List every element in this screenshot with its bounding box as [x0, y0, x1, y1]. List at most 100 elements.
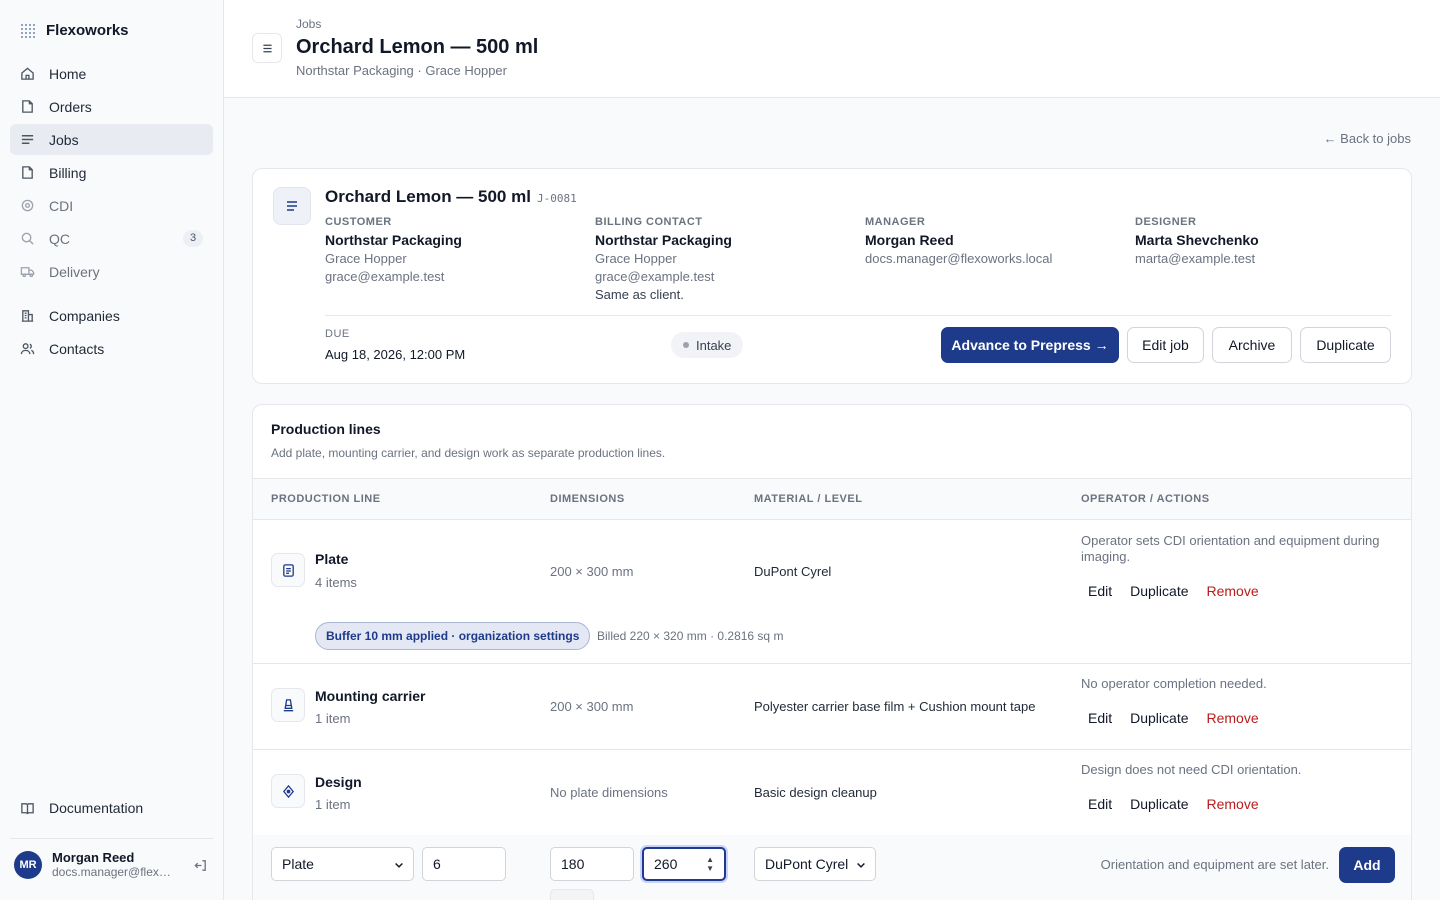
sidebar-item-delivery[interactable]: Delivery [10, 256, 213, 287]
sidebar-item-label: CDI [49, 197, 74, 214]
design-icon [271, 774, 305, 808]
quantity-field[interactable]: 6 [422, 847, 506, 881]
advance-to-prepress-button[interactable]: Advance to Prepress → [941, 327, 1119, 363]
folder-icon [20, 99, 35, 114]
user-email: docs.manager@flexoworks.local [52, 865, 176, 879]
building-icon [20, 308, 35, 323]
row-actions: Edit Duplicate Remove [1081, 792, 1266, 816]
menu-toggle-button[interactable] [252, 33, 282, 63]
stepper-arrows-icon[interactable]: ▲ ▼ [706, 855, 714, 873]
home-icon [20, 66, 35, 81]
list-icon [20, 132, 35, 147]
line-name: Design [315, 774, 362, 790]
manager-info: MANAGER Morgan Reed docs.manager@flexowo… [865, 216, 1125, 266]
edit-line-button[interactable]: Edit [1081, 706, 1119, 730]
duplicate-line-button[interactable]: Duplicate [1123, 706, 1195, 730]
chevron-down-icon [393, 858, 405, 874]
billing-contact: Grace Hopper [595, 251, 677, 266]
designer-info: DESIGNER Marta Shevchenko marta@example.… [1135, 216, 1395, 266]
customer-info: CUSTOMER Northstar Packaging Grace Hoppe… [325, 216, 585, 284]
table-row: Mounting carrier 1 item 200 × 300 mm Pol… [253, 664, 1411, 750]
user-name: Morgan Reed [52, 850, 135, 865]
production-lines-subtitle: Add plate, mounting carrier, and design … [271, 446, 666, 460]
menu-icon [261, 42, 274, 55]
sidebar-item-billing[interactable]: Billing [10, 157, 213, 188]
book-icon [20, 801, 35, 816]
sidebar-item-cdi[interactable]: CDI [10, 190, 213, 221]
column-header: PRODUCTION LINE [271, 493, 381, 505]
logout-icon[interactable] [193, 858, 208, 876]
edit-job-button[interactable]: Edit job [1127, 327, 1204, 363]
customer-contact: Grace Hopper [325, 251, 407, 266]
line-count: 1 item [315, 797, 351, 812]
customer-name: Northstar Packaging [325, 232, 462, 248]
line-operator-note: Operator sets CDI orientation and equipm… [1081, 533, 1380, 564]
sidebar-item-home[interactable]: Home [10, 58, 213, 89]
table-row: Plate 4 items 200 × 300 mm DuPont Cyrel … [253, 520, 1411, 664]
designer-label: DESIGNER [1135, 216, 1197, 228]
duplicate-line-button[interactable]: Duplicate [1123, 792, 1195, 816]
buffer-badge: Buffer 10 mm applied · organization sett… [315, 622, 591, 650]
brand[interactable]: Flexoworks [20, 22, 129, 39]
user-profile[interactable]: MR Morgan Reed docs.manager@flexoworks.l… [14, 850, 214, 879]
search-icon [20, 231, 35, 246]
qc-count-badge: 3 [183, 230, 203, 247]
breadcrumb[interactable]: Jobs [296, 17, 321, 31]
sidebar-item-orders[interactable]: Orders [10, 91, 213, 122]
job-summary-card: Orchard Lemon — 500 ml J-0081 CUSTOMER No… [252, 168, 1412, 384]
job-code: J-0081 [536, 192, 577, 205]
plate-icon [271, 553, 305, 587]
remove-line-button[interactable]: Remove [1200, 706, 1266, 730]
width-field[interactable]: 180 [550, 847, 634, 881]
line-count: 1 item [315, 711, 351, 726]
remove-line-button[interactable]: Remove [1200, 792, 1266, 816]
back-to-jobs-link[interactable]: ← Back to jobs [1324, 131, 1411, 146]
duplicate-line-button[interactable]: Duplicate [1123, 579, 1195, 603]
page-title: Orchard Lemon — 500 ml [296, 36, 539, 58]
sidebar-item-contacts[interactable]: Contacts [10, 333, 213, 364]
edit-line-button[interactable]: Edit [1081, 579, 1119, 603]
job-list-icon [273, 187, 311, 225]
due-label: DUE [325, 328, 350, 340]
page-header: Jobs Orchard Lemon — 500 ml Northstar Pa… [224, 0, 1440, 98]
line-operator-note: No operator completion needed. [1081, 676, 1267, 691]
material-select[interactable]: DuPont Cyrel [754, 847, 876, 881]
manager-name: Morgan Reed [865, 232, 954, 248]
sidebar-nav: Home Orders Jobs Billing CDI QC 3 Delive… [10, 58, 213, 366]
billing-name: Northstar Packaging [595, 232, 732, 248]
line-dimensions: 200 × 300 mm [550, 564, 634, 579]
sidebar-item-qc[interactable]: QC 3 [10, 223, 213, 254]
sidebar-item-companies[interactable]: Companies [10, 300, 213, 331]
sidebar-item-jobs[interactable]: Jobs [10, 124, 213, 155]
table-row: Design 1 item No plate dimensions Basic … [253, 750, 1411, 836]
designer-email: marta@example.test [1135, 251, 1256, 266]
width-value: 180 [561, 856, 585, 872]
add-line-button[interactable]: Add [1339, 847, 1395, 883]
designer-name: Marta Shevchenko [1135, 232, 1259, 248]
duplicate-job-button[interactable]: Duplicate [1300, 327, 1391, 363]
quantity-value: 6 [433, 856, 441, 872]
users-icon [20, 341, 35, 356]
billing-label: BILLING CONTACT [595, 216, 703, 228]
billing-note: Same as client. [595, 287, 684, 302]
sidebar-divider [10, 838, 213, 839]
remove-line-button[interactable]: Remove [1200, 579, 1266, 603]
sidebar-item-label: Delivery [49, 263, 100, 280]
manager-label: MANAGER [865, 216, 926, 228]
line-count: 4 items [315, 575, 357, 590]
chevron-down-icon [855, 858, 867, 874]
extra-field[interactable] [550, 889, 594, 900]
job-title: Orchard Lemon — 500 ml J-0081 [325, 187, 577, 207]
line-type-select[interactable]: Plate [271, 847, 414, 881]
status-text: Intake [696, 337, 732, 353]
edit-line-button[interactable]: Edit [1081, 792, 1119, 816]
documentation-link[interactable]: Documentation [20, 800, 143, 816]
customer-email: grace@example.test [325, 269, 445, 284]
height-field[interactable]: 260 ▲ ▼ [642, 847, 726, 881]
line-material: Polyester carrier base film + Cushion mo… [754, 699, 1036, 714]
manager-email: docs.manager@flexoworks.local [865, 251, 1053, 266]
sidebar-item-label: Home [49, 65, 87, 82]
carrier-icon [271, 688, 305, 722]
archive-button[interactable]: Archive [1212, 327, 1292, 363]
sidebar: Flexoworks Home Orders Jobs Billing CDI … [0, 0, 224, 900]
